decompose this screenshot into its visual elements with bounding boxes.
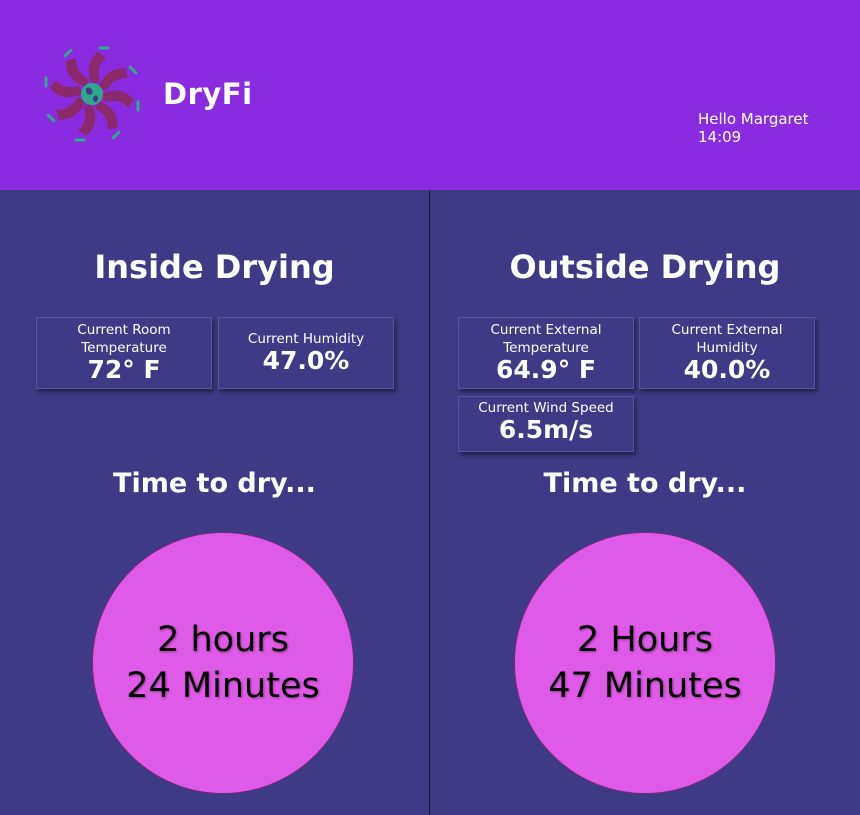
inside-time-to-dry-title: Time to dry... — [113, 468, 316, 499]
outside-time-to-dry-title: Time to dry... — [543, 468, 747, 499]
inside-dry-minutes: 24 Minutes — [126, 666, 320, 706]
inside-dry-time-circle: 2 hours 24 Minutes — [92, 532, 354, 794]
room-temperature-label: Current Room Temperature — [77, 322, 171, 356]
inside-dry-hours: 2 hours — [157, 620, 289, 660]
external-temperature-card: Current External Temperature 64.9° F — [458, 317, 634, 389]
inside-drying-title: Inside Drying — [94, 248, 335, 286]
external-temperature-value: 64.9° F — [496, 355, 596, 384]
humidity-card: Current Humidity 47.0% — [218, 317, 394, 389]
wind-speed-value: 6.5m/s — [498, 415, 594, 444]
inside-drying-panel: Inside Drying Current Room Temperature 7… — [0, 190, 429, 815]
greeting-text: Hello Margaret — [698, 110, 809, 128]
external-humidity-card: Current External Humidity 40.0% — [639, 317, 815, 389]
outside-dry-time-circle: 2 Hours 47 Minutes — [514, 532, 776, 794]
external-humidity-value: 40.0% — [683, 355, 771, 384]
outside-drying-panel: Outside Drying Current External Temperat… — [430, 190, 860, 815]
room-temperature-card: Current Room Temperature 72° F — [36, 317, 212, 389]
outside-dry-minutes: 47 Minutes — [548, 666, 742, 706]
dryfi-logo-icon — [44, 46, 140, 142]
humidity-value: 47.0% — [262, 346, 350, 375]
wind-speed-card: Current Wind Speed 6.5m/s — [458, 396, 634, 452]
current-time: 14:09 — [698, 128, 742, 146]
app-header: DryFi Hello Margaret 14:09 — [0, 0, 860, 190]
outside-drying-title: Outside Drying — [509, 248, 781, 286]
user-greeting: Hello Margaret 14:09 — [698, 110, 809, 146]
room-temperature-value: 72° F — [87, 355, 161, 384]
outside-dry-hours: 2 Hours — [577, 620, 713, 660]
brand-name: DryFi — [163, 77, 253, 111]
external-temperature-label: Current External Temperature — [490, 322, 602, 356]
external-humidity-label: Current External Humidity — [671, 322, 783, 356]
